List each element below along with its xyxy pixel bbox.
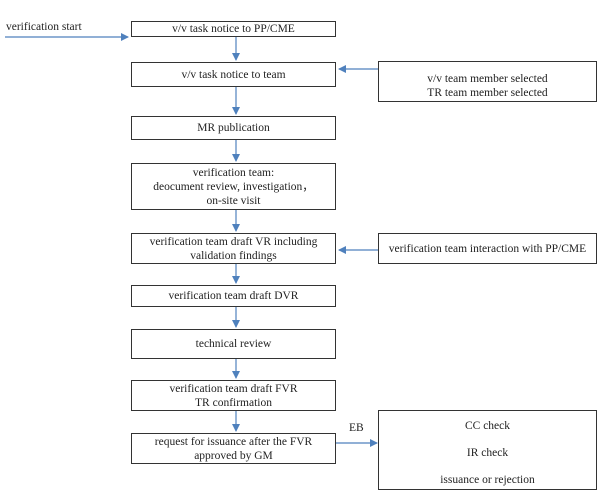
step-text: deocument review, investigation， [153, 180, 314, 193]
start-label: verification start [6, 21, 82, 33]
step-draft-vr: verification team draft VR including val… [131, 233, 336, 264]
step-text: verification team draft DVR [168, 290, 299, 302]
step-text: verification team draft VR including [149, 235, 318, 248]
step-text: on-site visit [206, 194, 261, 207]
step-text: approved by GM [194, 449, 273, 462]
step-text: verification team: [192, 166, 275, 179]
step-mr-publication: MR publication [131, 116, 336, 140]
step-task-notice-team: v/v task notice to team [131, 62, 336, 87]
side-text: IR check [466, 447, 509, 459]
step-verification-team-review: verification team: deocument review, inv… [131, 163, 336, 210]
step-technical-review: technical review [131, 329, 336, 359]
side-team-selection: v/v team member selected TR team member … [378, 61, 597, 102]
side-text: verification team interaction with PP/CM… [388, 242, 587, 255]
step-draft-fvr: verification team draft FVR TR confirmat… [131, 380, 336, 411]
side-text: TR team member selected [427, 86, 548, 99]
step-request-issuance: request for issuance after the FVR appro… [131, 433, 336, 464]
step-task-notice-pp-cme: v/v task notice to PP/CME [131, 21, 336, 37]
step-text: request for issuance after the FVR [154, 435, 313, 448]
step-text: v/v task notice to PP/CME [172, 23, 295, 35]
step-text: verification team draft FVR [169, 382, 298, 395]
side-text: v/v team member selected [427, 72, 548, 85]
step-text: TR confirmation [195, 396, 272, 409]
side-interaction: verification team interaction with PP/CM… [378, 233, 597, 264]
side-text: issuance or rejection [440, 474, 535, 486]
step-draft-dvr: verification team draft DVR [131, 285, 336, 307]
side-eb-checks: CC check IR check issuance or rejection [378, 410, 597, 490]
step-text: technical review [195, 338, 272, 350]
step-text: MR publication [197, 122, 270, 134]
side-text: CC check [464, 420, 511, 432]
step-text: v/v task notice to team [181, 68, 286, 81]
step-text: validation findings [190, 249, 277, 262]
eb-edge-label: EB [349, 422, 364, 434]
